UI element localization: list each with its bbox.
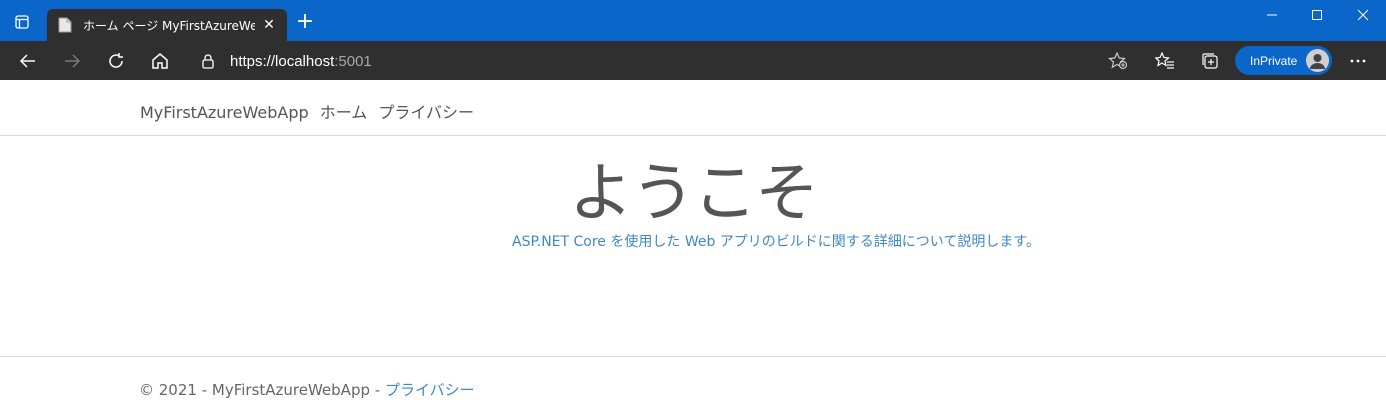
learn-more-link[interactable]: ASP.NET Core を使用した Web アプリのビルド (512, 234, 818, 250)
page-icon (57, 17, 73, 33)
maximize-icon[interactable] (1294, 4, 1340, 26)
home-icon[interactable] (148, 49, 172, 73)
tab-actions-icon[interactable] (12, 12, 32, 32)
url-scheme: https:// (230, 52, 276, 70)
inprivate-label: InPrivate (1250, 53, 1298, 68)
nav-link-privacy[interactable]: プライバシー (378, 103, 474, 122)
navbar-row: MyFirstAzureWebApp ホーム プライバシー (140, 99, 474, 123)
more-options-icon[interactable] (1346, 49, 1370, 73)
copyright-text: © 2021 - MyFirstAzureWebApp - (139, 381, 385, 399)
page-subtitle: ASP.NET Core を使用した Web アプリのビルドに関する詳細について… (0, 231, 1386, 251)
site-footer: © 2021 - MyFirstAzureWebApp - プライバシー (0, 356, 1386, 419)
footer-privacy-link[interactable]: プライバシー (385, 381, 475, 399)
add-favorite-icon[interactable] (1106, 49, 1130, 73)
inprivate-button[interactable]: InPrivate (1235, 46, 1332, 75)
new-tab-icon[interactable]: + (294, 11, 316, 33)
lock-icon[interactable] (200, 53, 216, 69)
refresh-icon[interactable] (104, 49, 128, 73)
back-icon[interactable] (16, 49, 40, 73)
browser-toolbar: https://localhost:5001 InPrivate (0, 41, 1386, 80)
close-tab-icon[interactable]: ✕ (261, 17, 277, 33)
url-port: :5001 (334, 52, 372, 70)
collections-icon[interactable] (1198, 49, 1222, 73)
forward-icon[interactable] (60, 49, 84, 73)
title-bar: ホーム ページ MyFirstAzureWebApp ✕ + (0, 0, 1386, 41)
url-text: https://localhost:5001 (230, 53, 372, 70)
learn-more-text: に関する詳細について説明します。 (817, 234, 1040, 250)
nav-link-home[interactable]: ホーム (320, 103, 368, 122)
avatar (1306, 49, 1329, 72)
site-navbar: MyFirstAzureWebApp ホーム プライバシー (0, 80, 1386, 136)
url-host: localhost (275, 52, 335, 70)
minimize-icon[interactable] (1249, 4, 1295, 26)
browser-tab[interactable]: ホーム ページ MyFirstAzureWebApp ✕ (47, 9, 287, 41)
page-title: ようこそ (569, 157, 819, 231)
tab-title: ホーム ページ MyFirstAzureWebApp (83, 18, 255, 33)
close-window-icon[interactable] (1340, 4, 1386, 26)
footer-text: © 2021 - MyFirstAzureWebApp - プライバシー (139, 379, 475, 400)
favorites-icon[interactable] (1153, 49, 1177, 73)
site-brand-link[interactable]: MyFirstAzureWebApp (140, 103, 309, 122)
address-bar[interactable]: https://localhost:5001 (200, 47, 372, 75)
